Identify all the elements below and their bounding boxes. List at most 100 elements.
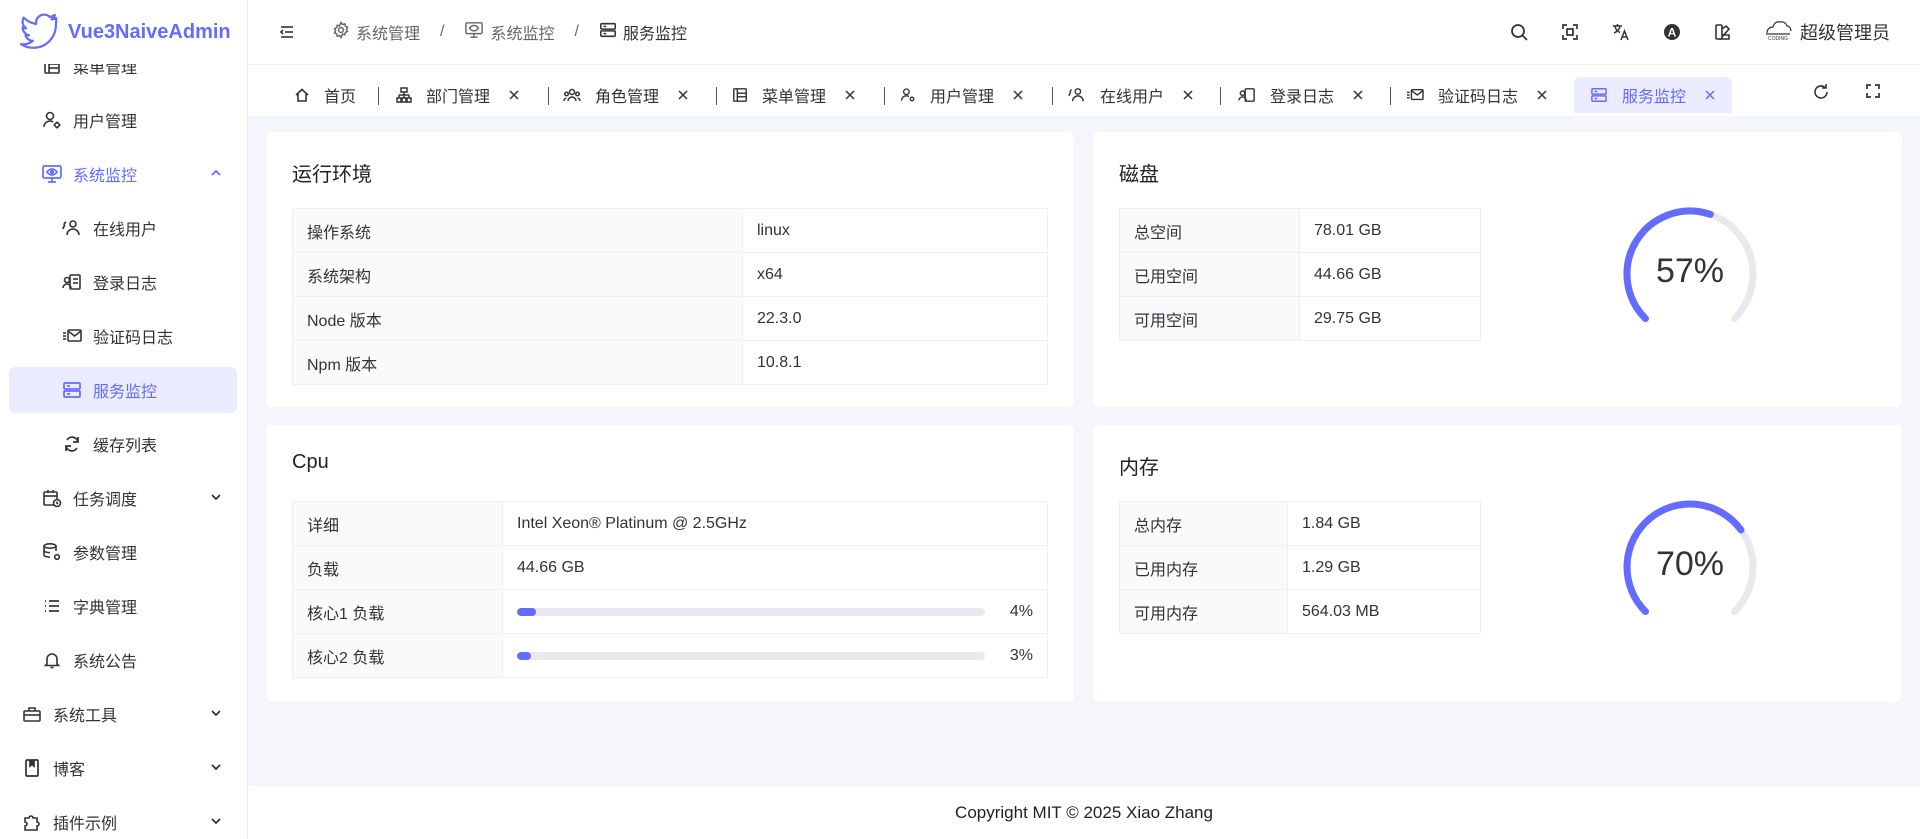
sidebar-item-system-tools[interactable]: 系统工具 — [9, 691, 237, 737]
disk-card: 磁盘 总空间 78.01 GB 已用空间 44.66 GB 可用空间 29.75 GB… — [1093, 132, 1902, 407]
sidebar-item-dict-management[interactable]: 字典管理 — [9, 583, 237, 629]
tab-label: 服务监控 — [1622, 89, 1687, 106]
sidebar-item-captcha-log[interactable]: 验证码日志 — [9, 313, 237, 359]
tab-label: 菜单管理 — [762, 89, 827, 106]
tab-separator — [716, 87, 717, 105]
close-icon[interactable] — [1352, 89, 1364, 101]
close-icon[interactable] — [508, 89, 520, 101]
sidebar-item-notice[interactable]: 系统公告 — [9, 637, 237, 683]
sidebar-item-server-monitor[interactable]: 服务监控 — [9, 367, 237, 413]
sidebar: 菜单管理 用户管理 系统监控 在线用户 登录日志 验证码日志 服务监控 缓存列表… — [0, 0, 248, 839]
reload-icon[interactable] — [1812, 83, 1830, 106]
tab-captcha-log[interactable]: 验证码日志 — [1406, 77, 1548, 113]
palette-icon[interactable] — [1697, 22, 1748, 42]
user-name: 超级管理员 — [1800, 23, 1890, 43]
table-key: 操作系统 — [292, 208, 743, 253]
tab-menu[interactable]: 菜单管理 — [732, 77, 856, 113]
progress-label: 3% — [1009, 646, 1033, 664]
tab-separator — [884, 87, 885, 105]
sidebar-item-login-log[interactable]: 登录日志 — [9, 259, 237, 305]
close-icon[interactable] — [1182, 89, 1194, 101]
progress-track — [517, 607, 985, 616]
svg-text:A: A — [1667, 26, 1676, 40]
sidebar-item-param-management[interactable]: 参数管理 — [9, 529, 237, 575]
svg-text:CODING: CODING — [1768, 36, 1788, 42]
table-key: 可用内存 — [1119, 589, 1288, 634]
users-icon — [563, 87, 581, 103]
cpu-card: Cpu 详细 Intel Xeon® Platinum @ 2.5GHz 负载 44… — [266, 425, 1074, 702]
tab-separator — [1390, 87, 1391, 105]
progress-label: 4% — [1009, 602, 1033, 620]
app-logo[interactable]: Vue3NaiveAdmin — [0, 0, 247, 64]
theme-a-icon[interactable]: A — [1646, 22, 1697, 42]
mail-log-icon — [61, 325, 83, 347]
tab-server-monitor[interactable]: 服务监控 — [1574, 77, 1733, 113]
tab-online-users[interactable]: 在线用户 — [1068, 77, 1194, 113]
search-icon[interactable] — [1493, 22, 1544, 42]
tab-home[interactable]: 首页 — [294, 77, 356, 113]
gauge-percent: 57% — [1655, 252, 1725, 290]
table-row: 可用内存 564.03 MB — [1119, 589, 1481, 634]
memory-card: 内存 总内存 1.84 GB 已用内存 1.29 GB 可用内存 564.03 MB … — [1093, 425, 1902, 702]
header-actions: A CODING 超级管理员 — [1493, 0, 1920, 64]
sidebar-item-label: 用户管理 — [73, 114, 138, 131]
table-row: 可用空间 29.75 GB — [1119, 296, 1481, 341]
breadcrumb-item[interactable]: 系统管理 — [356, 20, 420, 44]
list-icon — [41, 595, 63, 617]
sidebar-item-task-schedule[interactable]: 任务调度 — [9, 475, 237, 521]
user-gear-icon — [900, 87, 916, 103]
menu-collapse-icon[interactable] — [278, 23, 296, 41]
org-chart-icon — [396, 87, 412, 103]
chevron-up-icon — [209, 166, 223, 185]
tab-user[interactable]: 用户管理 — [900, 77, 1024, 113]
top-header: 系统管理 / 系统监控 / 服务监控 A CODING 超级管理员 — [248, 0, 1920, 64]
tab-role[interactable]: 角色管理 — [563, 77, 689, 113]
table-row: 核心1 负载 4% — [292, 589, 1048, 634]
sidebar-item-system-monitor[interactable]: 系统监控 — [9, 151, 237, 197]
server-icon — [61, 379, 83, 401]
table-row: 详细 Intel Xeon® Platinum @ 2.5GHz — [292, 501, 1048, 546]
tab-separator — [1220, 87, 1221, 105]
translate-icon[interactable] — [1595, 22, 1646, 42]
env-card: 运行环境 操作系统 linux 系统架构 x64 Node 版本 22.3.0 Npm… — [266, 132, 1074, 407]
table-value: 1.84 GB — [1287, 501, 1481, 546]
sidebar-item-label: 博客 — [53, 762, 86, 779]
users-online-icon — [1068, 87, 1086, 103]
progress-fill — [517, 607, 536, 616]
card-title: 磁盘 — [1119, 164, 1159, 186]
tab-dept[interactable]: 部门管理 — [396, 77, 520, 113]
fullscreen-content-icon[interactable] — [1865, 83, 1881, 104]
close-icon[interactable] — [1012, 89, 1024, 101]
table-key: 系统架构 — [292, 252, 743, 297]
sidebar-item-user-management[interactable]: 用户管理 — [9, 97, 237, 143]
sidebar-item-cache-list[interactable]: 缓存列表 — [9, 421, 237, 467]
table-value: 44.66 GB — [1299, 252, 1481, 297]
tab-separator — [1052, 87, 1053, 105]
blog-icon — [21, 757, 43, 779]
sidebar-item-label: 参数管理 — [73, 546, 138, 563]
sidebar-item-plugin-examples[interactable]: 插件示例 — [9, 799, 237, 839]
sidebar-item-label: 字典管理 — [73, 600, 138, 617]
sidebar-item-label: 插件示例 — [53, 816, 118, 833]
table-row: 核心2 负载 3% — [292, 633, 1048, 678]
close-icon[interactable] — [1704, 89, 1716, 101]
table-value: 564.03 MB — [1287, 589, 1481, 634]
cpu-table: 详细 Intel Xeon® Platinum @ 2.5GHz 负载 44.66 … — [292, 501, 1048, 678]
close-icon[interactable] — [677, 89, 689, 101]
breadcrumb-item[interactable]: 系统监控 — [490, 20, 554, 44]
sidebar-item-label: 系统监控 — [73, 168, 138, 185]
fullscreen-icon[interactable] — [1544, 23, 1595, 41]
close-icon[interactable] — [844, 89, 856, 101]
progress-track — [517, 651, 985, 660]
breadcrumb-current: 服务监控 — [622, 26, 687, 43]
tab-login-log[interactable]: 登录日志 — [1238, 77, 1364, 113]
table-key: 负载 — [292, 545, 503, 590]
puzzle-icon — [21, 811, 43, 833]
monitor-eye-icon — [464, 21, 484, 44]
sidebar-item-blog[interactable]: 博客 — [9, 745, 237, 791]
sidebar-item-online-users[interactable]: 在线用户 — [9, 205, 237, 251]
server-icon — [599, 21, 617, 44]
user-menu[interactable]: CODING 超级管理员 — [1764, 18, 1890, 47]
gear-icon — [332, 20, 350, 44]
close-icon[interactable] — [1536, 89, 1548, 101]
